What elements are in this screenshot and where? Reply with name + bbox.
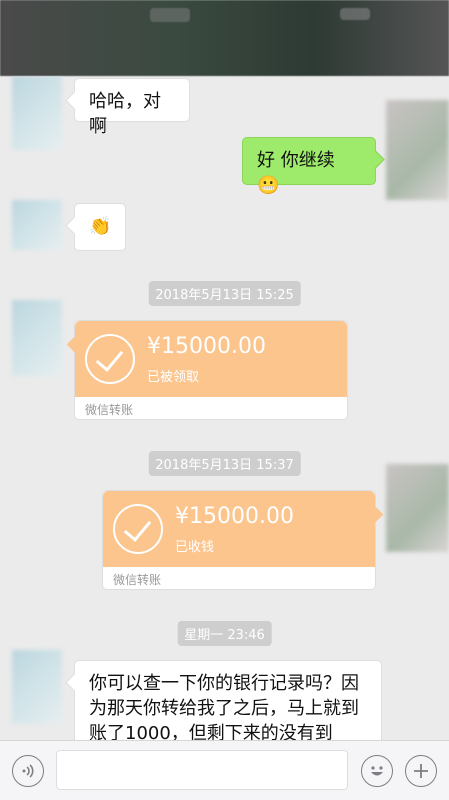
message-bubble-incoming[interactable]: 哈哈，对啊 [74, 78, 190, 137]
voice-icon [22, 764, 34, 778]
my-avatar[interactable] [386, 100, 449, 200]
transfer-amount: ¥15000.00 [175, 504, 294, 529]
message-bubble-incoming[interactable]: 👏 [74, 203, 126, 251]
transfer-amount: ¥15000.00 [147, 334, 266, 359]
more-button[interactable] [405, 755, 437, 787]
message-text: 好 你继续 [257, 150, 335, 171]
voice-button[interactable] [12, 755, 44, 787]
message-text: 你可以查一下你的银行记录吗？因为那天你转给我了之后，马上就到账了1000，但剩下… [89, 673, 359, 740]
wechat-transfer-card-sent[interactable]: ¥15000.00 已收钱 微信转账 [102, 490, 376, 590]
transfer-status: 已被领取 [147, 370, 200, 385]
blurred-text [340, 8, 370, 20]
grimace-emoji-icon: 😬 [257, 175, 280, 197]
transfer-status: 已收钱 [175, 540, 215, 555]
transfer-label: 微信转账 [85, 403, 134, 417]
message-bubble-incoming[interactable]: 你可以查一下你的银行记录吗？因为那天你转给我了之后，马上就到账了1000，但剩下… [74, 660, 382, 740]
smile-icon [371, 766, 383, 776]
plus-icon [414, 764, 428, 778]
timestamp: 2018年5月13日 15:37 [148, 451, 301, 476]
timestamp: 2018年5月13日 15:25 [148, 281, 301, 306]
my-avatar[interactable] [386, 464, 449, 552]
blurred-header [0, 0, 449, 76]
message-input[interactable] [56, 750, 348, 790]
input-bar [0, 740, 449, 800]
wechat-transfer-card-received[interactable]: ¥15000.00 已被领取 微信转账 [74, 320, 348, 420]
transfer-label: 微信转账 [113, 573, 162, 587]
blurred-text [150, 8, 190, 22]
contact-avatar[interactable] [12, 76, 62, 150]
message-bubble-outgoing[interactable]: 好 你继续 😬 [242, 137, 376, 196]
clap-emoji-icon: 👏 [89, 216, 112, 237]
contact-avatar[interactable] [12, 300, 62, 376]
contact-avatar[interactable] [12, 650, 62, 724]
check-circle-icon [85, 334, 135, 384]
check-circle-icon [113, 504, 163, 554]
emoji-button[interactable] [361, 755, 393, 787]
contact-avatar[interactable] [12, 200, 62, 250]
chat-area[interactable]: 哈哈，对啊 好 你继续 😬 👏 2018年5月13日 15:25 ¥15000.… [0, 76, 449, 740]
message-text: 哈哈，对啊 [89, 91, 161, 138]
timestamp: 星期一 23:46 [177, 621, 272, 646]
